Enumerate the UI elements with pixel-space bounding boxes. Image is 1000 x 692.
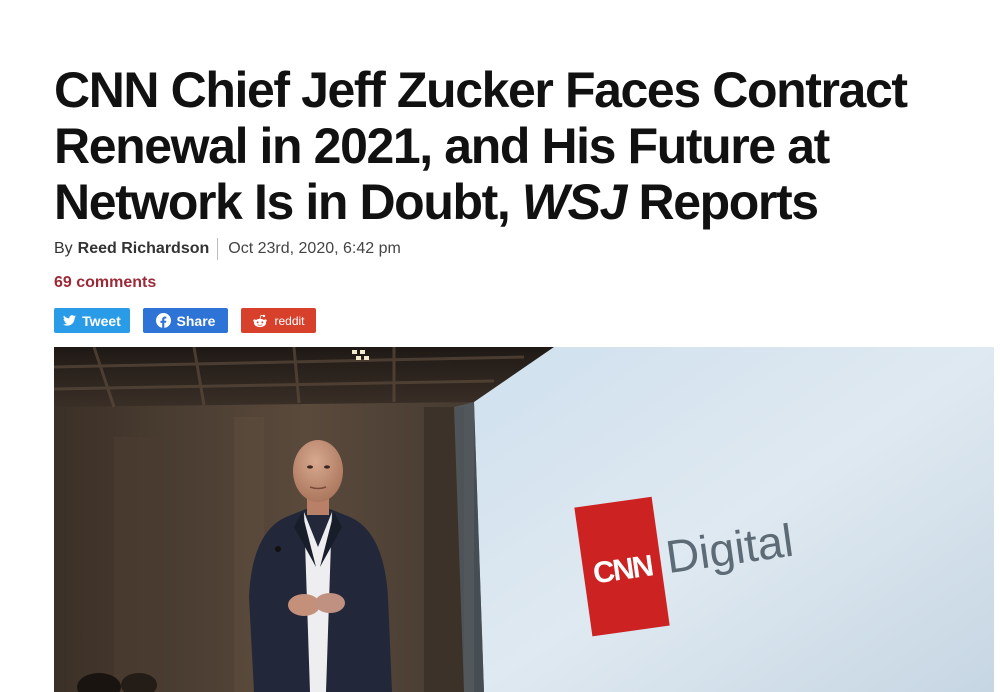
reddit-label: reddit [274,313,305,328]
headline-text-2: Reports [626,174,819,230]
article-headline: CNN Chief Jeff Zucker Faces Contract Ren… [54,62,984,230]
byline-prefix: By [54,240,73,257]
share-label: Share [176,312,216,329]
twitter-icon [63,315,77,326]
byline: By Reed Richardson Oct 23rd, 2020, 6:42 … [54,238,401,260]
photo-illustration: CNN Digital [54,347,994,692]
headline-publication: WSJ [521,174,628,230]
share-buttons: Tweet Share reddit [54,308,316,333]
article-photo: CNN Digital [54,347,994,692]
reddit-icon [252,314,268,328]
author-link[interactable]: Reed Richardson [78,240,210,258]
byline-divider [217,238,219,260]
tweet-label: Tweet [82,312,121,329]
reddit-button[interactable]: reddit [241,308,316,333]
facebook-share-button[interactable]: Share [143,308,228,333]
facebook-icon [155,313,171,328]
tweet-button[interactable]: Tweet [54,308,130,333]
comments-link[interactable]: 69 comments [54,274,156,292]
publish-date: Oct 23rd, 2020, 6:42 pm [228,240,401,257]
